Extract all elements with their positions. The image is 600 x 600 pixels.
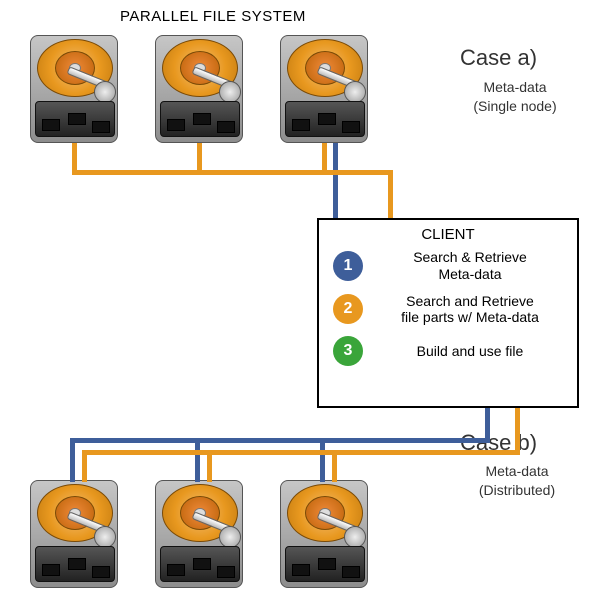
connector-top-o-v3 <box>322 143 327 170</box>
step2-text: Search and Retrievefile parts w/ Meta-da… <box>373 293 567 327</box>
step3-badge: 3 <box>333 336 363 366</box>
disk-top-2 <box>155 35 243 143</box>
client-step-2: 2 Search and Retrievefile parts w/ Meta-… <box>333 293 567 327</box>
case-b-sub1: Meta-data <box>485 463 548 479</box>
diagram-title: PARALLEL FILE SYSTEM <box>120 8 306 25</box>
case-a-sub: Meta-data (Single node) <box>460 78 570 116</box>
connector-bot-b-fromclient <box>485 408 490 438</box>
connector-top-o-v2 <box>197 143 202 170</box>
connector-top-blue <box>333 143 338 220</box>
case-a-heading: Case a) <box>460 45 537 71</box>
connector-bot-o-v3 <box>332 450 337 482</box>
connector-bot-b-v3 <box>320 438 325 482</box>
disk-top-3 <box>280 35 368 143</box>
connector-top-o-h <box>72 170 393 175</box>
case-b-sub2: (Distributed) <box>479 482 555 498</box>
connector-top-o-toclient <box>388 170 393 220</box>
step2-badge: 2 <box>333 294 363 324</box>
case-a-sub2: (Single node) <box>473 98 556 114</box>
connector-bot-o-v2 <box>207 450 212 482</box>
connector-bot-o-v1 <box>82 450 87 482</box>
connector-bot-b-v1 <box>70 438 75 482</box>
step3-text: Build and use file <box>373 343 567 360</box>
connector-bot-b-h <box>70 438 490 443</box>
client-title: CLIENT <box>329 226 567 243</box>
connector-bot-o-fromclient <box>515 408 520 450</box>
client-box: CLIENT 1 Search & RetrieveMeta-data 2 Se… <box>317 218 579 408</box>
client-step-3: 3 Build and use file <box>333 336 567 366</box>
client-step-1: 1 Search & RetrieveMeta-data <box>333 249 567 283</box>
connector-bot-b-v2 <box>195 438 200 482</box>
disk-top-1 <box>30 35 118 143</box>
disk-bottom-2 <box>155 480 243 588</box>
disk-bottom-3 <box>280 480 368 588</box>
connector-top-o-v1 <box>72 143 77 170</box>
case-a-sub1: Meta-data <box>483 79 546 95</box>
step1-text: Search & RetrieveMeta-data <box>373 249 567 283</box>
step1-badge: 1 <box>333 251 363 281</box>
connector-bot-o-h <box>82 450 520 455</box>
case-b-sub: Meta-data (Distributed) <box>462 462 572 500</box>
disk-bottom-1 <box>30 480 118 588</box>
